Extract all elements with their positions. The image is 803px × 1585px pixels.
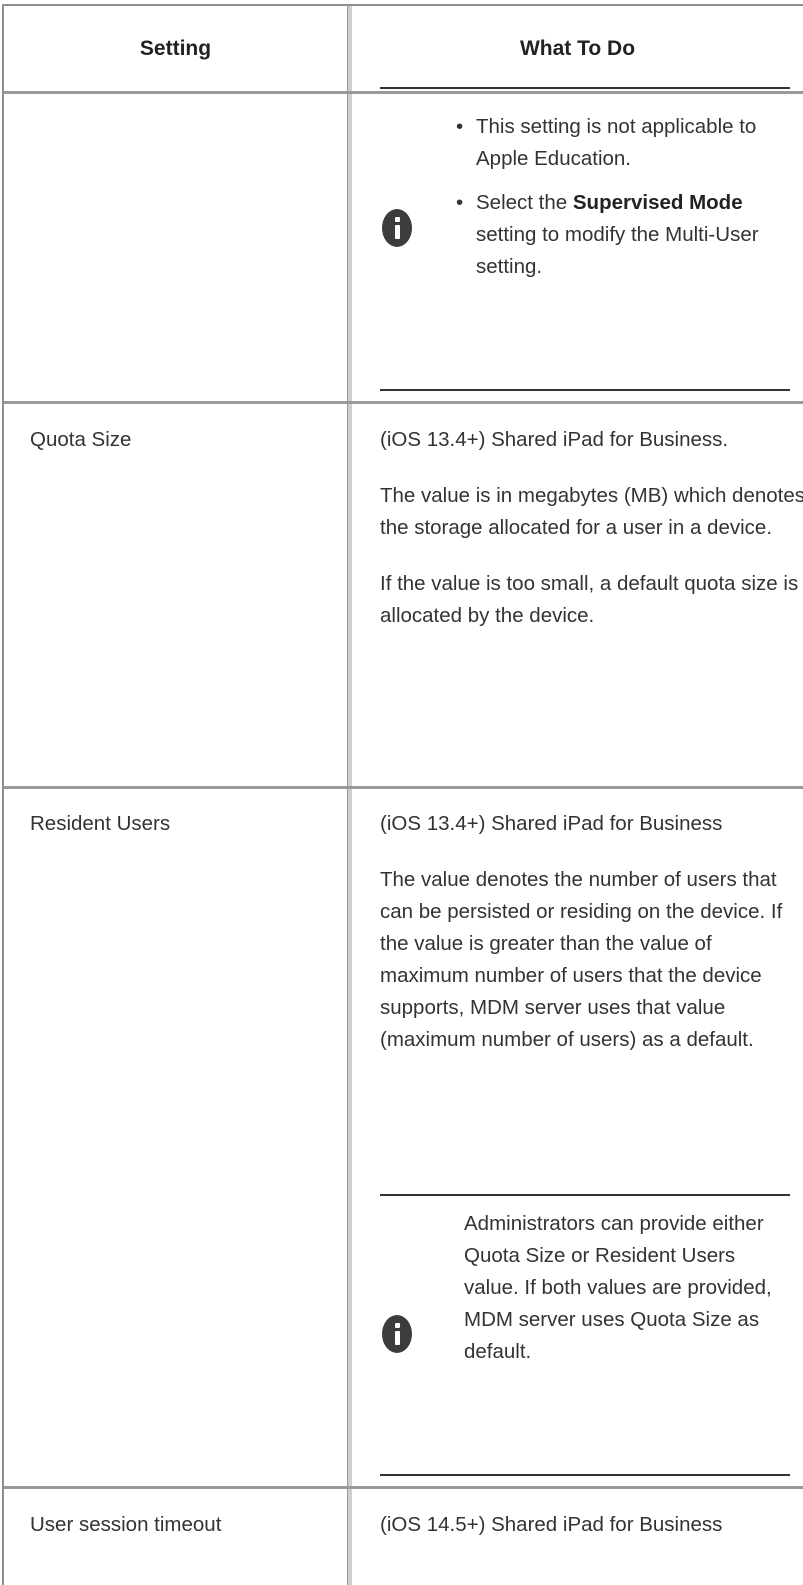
header-setting: Setting <box>139 36 212 60</box>
info-icon <box>382 209 412 247</box>
paragraph: (iOS 13.4+) Shared iPad for Business <box>380 812 723 835</box>
note-box-multi-user: This setting is not applicable to Apple … <box>380 87 790 391</box>
what-to-do-resident-users: (iOS 13.4+) Shared iPad for Business The… <box>380 808 803 1056</box>
paragraph: (iOS 14.5+) Shared iPad for Business <box>380 1513 723 1536</box>
paragraph: The value denotes the number of users th… <box>380 868 783 1051</box>
column-divider <box>347 6 352 1585</box>
paragraph: The value is in megabytes (MB) which den… <box>380 484 803 539</box>
what-to-do-user-session-timeout: (iOS 14.5+) Shared iPad for Business <box>380 1509 803 1541</box>
note-box-resident-users: Administrators can provide either Quota … <box>380 1194 790 1476</box>
setting-quota-size: Quota Size <box>30 428 132 451</box>
info-icon <box>382 1315 412 1353</box>
setting-user-session-timeout: User session timeout <box>30 1513 222 1536</box>
note-item-not-applicable: This setting is not applicable to Apple … <box>456 111 786 175</box>
note-list: This setting is not applicable to Apple … <box>456 111 786 295</box>
note-item-supervised-mode: Select the Supervised Mode setting to mo… <box>456 187 786 283</box>
row-divider <box>4 401 803 404</box>
row-divider <box>4 786 803 789</box>
row-divider <box>4 1486 803 1489</box>
note-text: Administrators can provide either Quota … <box>464 1212 772 1363</box>
header-what-to-do: What To Do <box>519 36 636 60</box>
what-to-do-quota-size: (iOS 13.4+) Shared iPad for Business. Th… <box>380 424 803 632</box>
settings-table: Setting What To Do This setting is not a… <box>2 4 803 1585</box>
paragraph: (iOS 13.4+) Shared iPad for Business. <box>380 428 729 451</box>
paragraph: If the value is too small, a default quo… <box>380 572 799 627</box>
setting-resident-users: Resident Users <box>30 812 171 835</box>
